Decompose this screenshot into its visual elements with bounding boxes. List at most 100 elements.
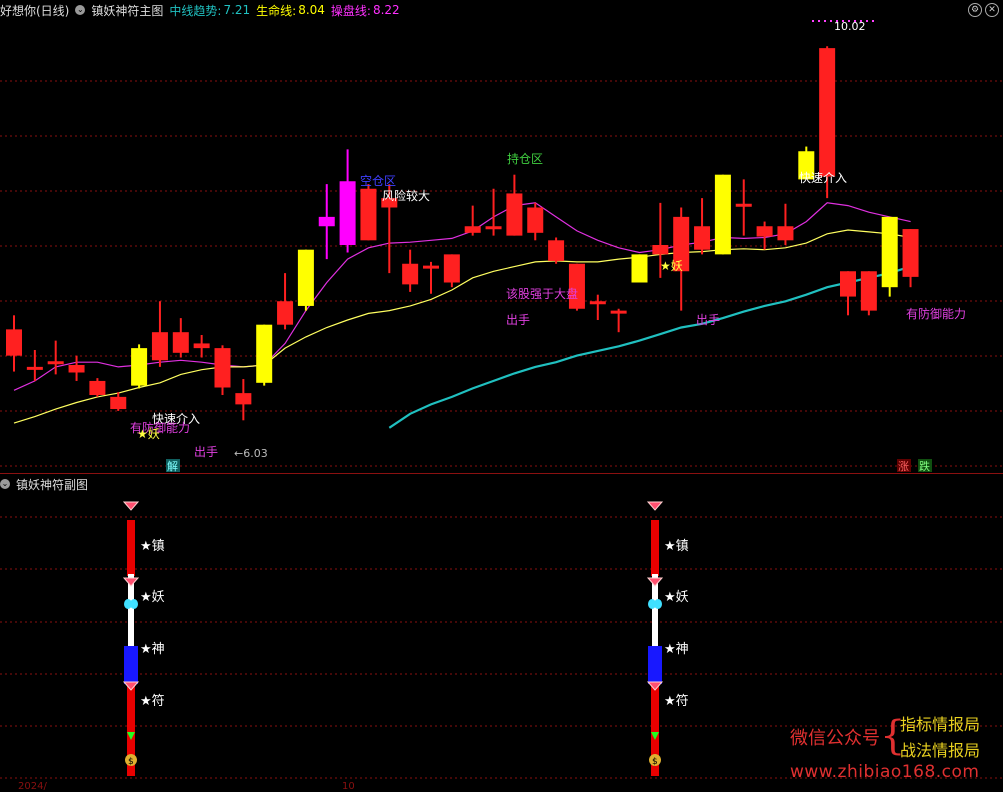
candle-body [214,348,231,388]
main-candlestick-chart[interactable]: 空仓区风险较大持仓区该股强于大盘快速介入快速介入有防御能力有防御能力出手出手 出手… [0,18,1003,473]
candle-body [110,396,127,410]
candle[interactable] [464,205,481,236]
caution-icon [122,681,140,691]
candle[interactable] [339,149,356,253]
label-quick-entry-2: 快速介入 [799,171,847,185]
svg-text:$: $ [128,757,134,767]
label-yao-1: ★妖 [137,427,160,441]
candle-body [819,48,836,177]
collapse-icon[interactable]: ⌄ [0,479,10,489]
candle[interactable] [193,335,210,358]
candle[interactable] [360,184,377,241]
candle[interactable] [694,198,711,255]
label-high-risk: 风险较大 [382,188,430,203]
signal-column[interactable]: $ ★镇 ★妖 ★神 ★符 [646,501,689,776]
sub-label: ★镇 [664,539,689,554]
candle-body [256,324,273,383]
candle[interactable] [423,261,439,294]
candle-body [631,254,648,283]
trend-value: 7.21 [223,3,251,17]
candle-body [318,216,335,227]
trade-line-series [13,202,911,391]
candle[interactable] [256,324,273,386]
stock-name: 好想你(日线) [0,3,70,18]
candle[interactable] [902,229,919,288]
candle[interactable] [131,344,148,389]
candle-body [735,203,752,207]
label-defense-2: 有防御能力 [906,306,966,321]
caution-icon [646,501,664,511]
candle[interactable] [777,203,794,245]
badge-unlock-badge: 解 [166,459,180,473]
candle-body [652,245,669,255]
close-icon[interactable]: ✕ [985,3,999,17]
candle-body [339,181,356,245]
candle-body [548,240,565,261]
candle-body [694,226,711,250]
candle-body [151,332,168,361]
candle[interactable] [756,221,773,250]
candle-body [714,174,731,255]
candle-body [485,226,502,230]
collapse-icon[interactable]: ⌄ [75,5,86,15]
candle[interactable] [631,254,648,283]
candle[interactable] [735,179,752,236]
sub-label: ★镇 [140,539,165,554]
candle-body [235,393,252,405]
signal-column[interactable]: $ ★镇 ★妖 ★神 ★符 [122,501,165,776]
candle[interactable] [110,392,127,411]
sub-header: ⌄ 镇妖神符副图 [0,474,94,494]
candle[interactable] [172,318,189,358]
main-header: 好想你(日线) ⌄ 镇妖神符主图 中线趋势: 7.21 生命线: 8.04 操盘… [0,0,406,20]
wechat-label: 微信公众号 [790,728,880,749]
candle-body [47,361,64,365]
candle[interactable] [214,345,231,395]
label-yao-2: ★妖 [660,259,683,273]
candle-body [402,263,419,285]
svg-text:解: 解 [167,459,178,473]
signal-segment-blue [648,646,662,684]
candle[interactable] [235,379,252,421]
lifeline-value: 8.04 [298,3,325,17]
candle-body [172,332,189,353]
sub-label: ★神 [140,642,165,657]
candle-body [527,207,544,233]
money-bag-icon: $ [125,754,137,767]
candle[interactable] [714,174,731,255]
candle[interactable] [589,294,606,320]
candle[interactable] [548,237,565,264]
candle[interactable] [860,271,877,316]
sub-indicator-title[interactable]: 镇妖神符副图 [16,476,88,493]
candle[interactable] [6,315,22,372]
svg-text:$: $ [652,757,658,767]
candle[interactable] [318,184,335,260]
candle[interactable] [506,174,523,236]
candle[interactable] [277,273,294,330]
candle-body [193,343,210,349]
candle[interactable] [881,216,898,297]
candle[interactable] [485,188,502,236]
candle[interactable] [297,249,314,311]
candle[interactable] [26,350,43,381]
candle[interactable] [151,301,168,367]
candle[interactable] [402,249,419,292]
candle-body [464,226,481,233]
trend-label: 中线趋势: [169,3,222,18]
gear-icon[interactable]: ⚙ [968,3,982,17]
candle[interactable] [527,202,544,241]
candle-body [6,329,22,356]
candle[interactable] [840,271,856,316]
candle[interactable] [47,340,64,375]
candle[interactable] [89,378,106,397]
caution-icon [646,681,664,691]
candle-body [860,271,877,311]
chart-window: { "header": { "stock_name": "好想你(日线)", "… [0,0,1003,792]
indicator-title[interactable]: 镇妖神符主图 [91,2,163,19]
label-low-price: ←6.03 [234,447,268,460]
lifeline-series [13,229,911,424]
signal-segment-red [127,684,135,738]
sub-label: ★妖 [140,590,165,605]
candle[interactable] [68,355,85,381]
candle[interactable] [610,308,627,333]
candle[interactable] [443,254,460,288]
